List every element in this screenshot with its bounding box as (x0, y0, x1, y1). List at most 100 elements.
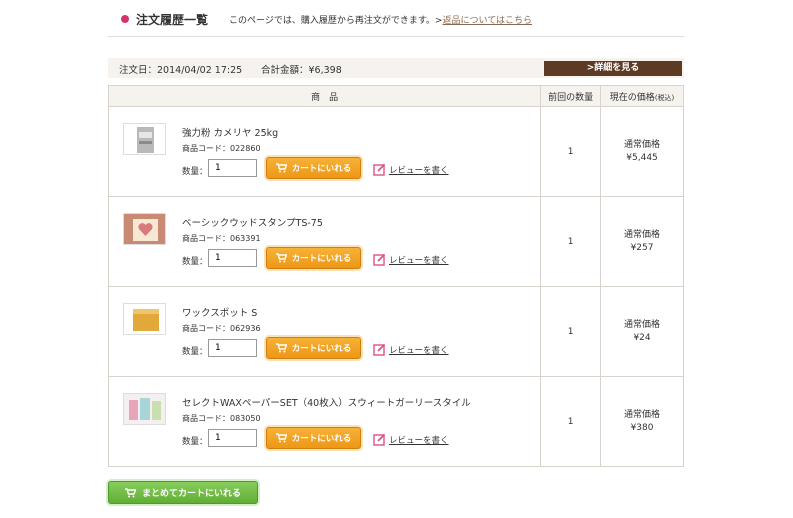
product-code-label: 商品コード： (182, 414, 230, 423)
quantity-input[interactable] (208, 339, 257, 357)
product-thumbnail[interactable] (123, 303, 166, 335)
product-cell: ワックスポット S 商品コード：062936 数量： カートにいれる レビューを… (107, 286, 542, 377)
add-to-cart-button[interactable]: カートにいれる (266, 157, 361, 179)
product-code-value: 063391 (230, 234, 261, 243)
product-code-label: 商品コード： (182, 324, 230, 333)
write-review-label: レビューを書く (389, 345, 449, 356)
quantity-label: 数量： (182, 437, 208, 447)
product-cell: セレクトWAXペーパーSET（40枚入）スウィートガーリースタイル 商品コード：… (107, 376, 542, 467)
write-review-link[interactable]: レビューを書く (373, 253, 449, 266)
previous-qty-cell: 1 (540, 286, 602, 377)
product-thumbnail[interactable] (123, 393, 166, 425)
price-label: 通常価格 (624, 319, 661, 330)
write-review-link[interactable]: レビューを書く (373, 343, 449, 356)
price-cell: 通常価格 ¥257 (600, 196, 684, 287)
product-thumbnail[interactable] (123, 213, 166, 245)
write-review-link[interactable]: レビューを書く (373, 163, 449, 176)
previous-qty-cell: 1 (540, 376, 602, 467)
page-header: 注文履歴一覧 このページでは、購入履歴から再注文ができます。>返品についてはこち… (108, 0, 684, 37)
add-to-cart-label: カートにいれる (291, 344, 352, 354)
product-code-label: 商品コード： (182, 234, 230, 243)
write-review-label: レビューを書く (389, 165, 449, 176)
product-code-value: 083050 (230, 414, 261, 423)
pencil-square-icon (373, 253, 386, 266)
price-label: 通常価格 (624, 409, 661, 420)
quantity-label: 数量： (182, 347, 208, 357)
cart-icon (275, 343, 287, 353)
add-to-cart-label: カートにいれる (291, 164, 352, 174)
returns-link[interactable]: 返品についてはこちら (442, 16, 532, 26)
header-product: 商 品 (107, 85, 542, 107)
order-total-value: ¥6,398 (308, 65, 342, 76)
add-to-cart-button[interactable]: カートにいれる (266, 247, 361, 269)
product-code: 商品コード：022860 (182, 143, 261, 154)
write-review-label: レビューを書く (389, 435, 449, 446)
add-all-to-cart-label: まとめてカートにいれる (141, 489, 241, 499)
product-cell: ベーシックウッドスタンプTS-75 商品コード：063391 数量： カートにい… (107, 196, 542, 287)
pencil-square-icon (373, 433, 386, 446)
product-thumbnail[interactable] (123, 123, 166, 155)
product-name: ワックスポット S (182, 308, 258, 319)
bullet-dot-icon (121, 15, 129, 23)
page-title: 注文履歴一覧 (136, 13, 209, 27)
price-label: 通常価格 (624, 139, 661, 150)
quantity-input[interactable] (208, 159, 257, 177)
table-header-row: 商 品 前回の数量 現在の価格(税込) (107, 85, 684, 107)
view-details-button[interactable]: >詳細を見る (544, 61, 682, 76)
table-row: 強力粉 カメリヤ 25kg 商品コード：022860 数量： カートにいれる レ… (107, 106, 684, 197)
quantity-input[interactable] (208, 249, 257, 267)
price-value: ¥24 (633, 332, 651, 343)
add-to-cart-label: カートにいれる (291, 254, 352, 264)
table-row: ベーシックウッドスタンプTS-75 商品コード：063391 数量： カートにい… (107, 196, 684, 287)
table-row: ワックスポット S 商品コード：062936 数量： カートにいれる レビューを… (107, 286, 684, 377)
order-date: 注文日：2014/04/02 17:25 (119, 62, 242, 76)
price-label: 通常価格 (624, 229, 661, 240)
header-current-price: 現在の価格(税込) (600, 85, 684, 107)
order-date-label: 注文日： (119, 65, 158, 76)
price-value: ¥380 (630, 422, 654, 433)
cart-icon (275, 163, 287, 173)
quantity-label: 数量： (182, 167, 208, 177)
price-cell: 通常価格 ¥380 (600, 376, 684, 467)
cart-icon (124, 487, 136, 497)
quantity-input[interactable] (208, 429, 257, 447)
price-value: ¥5,445 (626, 152, 658, 163)
previous-qty-cell: 1 (540, 196, 602, 287)
table-row: セレクトWAXペーパーSET（40枚入）スウィートガーリースタイル 商品コード：… (107, 376, 684, 467)
product-code: 商品コード：063391 (182, 233, 261, 244)
product-name: ベーシックウッドスタンプTS-75 (182, 218, 323, 229)
product-cell: 強力粉 カメリヤ 25kg 商品コード：022860 数量： カートにいれる レ… (107, 106, 542, 197)
product-name: セレクトWAXペーパーSET（40枚入）スウィートガーリースタイル (182, 398, 471, 409)
add-to-cart-button[interactable]: カートにいれる (266, 427, 361, 449)
product-code: 商品コード：083050 (182, 413, 261, 424)
cart-icon (275, 433, 287, 443)
order-total: 合計金額：¥6,398 (261, 62, 342, 76)
order-date-value: 2014/04/02 17:25 (157, 65, 243, 76)
add-to-cart-button[interactable]: カートにいれる (266, 337, 361, 359)
quantity-label: 数量： (182, 257, 208, 267)
price-cell: 通常価格 ¥5,445 (600, 106, 684, 197)
description-text: このページでは、購入履歴から再注文ができます。 (229, 16, 435, 26)
product-code-value: 062936 (230, 324, 261, 333)
order-items-table: 商 品 前回の数量 現在の価格(税込) 強力粉 カメリヤ 25kg 商品コード：… (107, 85, 684, 467)
price-value: ¥257 (630, 242, 654, 253)
pencil-square-icon (373, 163, 386, 176)
header-tax-note: (税込) (654, 93, 675, 102)
header-previous-qty: 前回の数量 (540, 85, 602, 107)
cart-icon (275, 253, 287, 263)
write-review-label: レビューを書く (389, 255, 449, 266)
pencil-square-icon (373, 343, 386, 356)
add-to-cart-label: カートにいれる (291, 434, 352, 444)
product-name: 強力粉 カメリヤ 25kg (182, 128, 279, 139)
previous-qty-cell: 1 (540, 106, 602, 197)
order-total-label: 合計金額： (261, 65, 309, 76)
product-code: 商品コード：062936 (182, 323, 261, 334)
page-description: このページでは、購入履歴から再注文ができます。>返品についてはこちら (229, 13, 532, 26)
product-code-label: 商品コード： (182, 144, 230, 153)
add-all-to-cart-button[interactable]: まとめてカートにいれる (108, 481, 258, 504)
price-cell: 通常価格 ¥24 (600, 286, 684, 377)
order-summary-bar: 注文日：2014/04/02 17:25 合計金額：¥6,398 >詳細を見る (108, 58, 684, 78)
product-code-value: 022860 (230, 144, 261, 153)
header-current-price-label: 現在の価格 (609, 92, 655, 103)
write-review-link[interactable]: レビューを書く (373, 433, 449, 446)
